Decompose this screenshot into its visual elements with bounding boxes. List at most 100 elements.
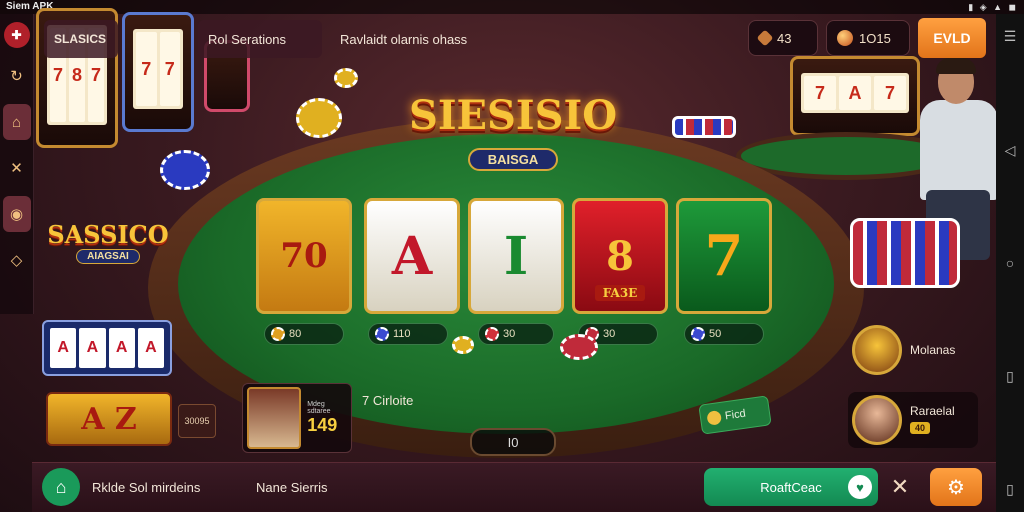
coin-icon xyxy=(837,30,853,46)
left-rail: ✚ ↻ ⌂ ✕ ◉ ◇ xyxy=(0,14,34,314)
small-plaque: 30095 xyxy=(178,404,216,438)
reel-symbol: 7 xyxy=(804,76,836,110)
center-slot[interactable]: I0 xyxy=(470,428,556,456)
header-subtitle: Ravlaidt olarnis ohass xyxy=(340,31,468,47)
bottom-label-1: Rklde Sol mirdeins xyxy=(92,480,201,495)
chip-icon xyxy=(560,334,598,360)
coins-value: 43 xyxy=(777,30,792,46)
close-button[interactable]: ✕ xyxy=(888,474,912,500)
tools-icon[interactable]: ✕ xyxy=(3,150,31,186)
opponent-name: Molanas xyxy=(910,343,956,357)
avatar xyxy=(852,395,902,445)
reel-symbol: 7 xyxy=(136,32,157,106)
reel-symbol: I xyxy=(503,225,529,287)
reel-symbol: 7 xyxy=(874,76,906,110)
reel-symbol: A xyxy=(79,328,106,368)
bet-value: 80 xyxy=(289,328,302,340)
side-game-logo-title: SASSICO xyxy=(47,220,169,249)
reel-symbol: A xyxy=(391,225,433,287)
recents-icon-2[interactable]: ▯ xyxy=(1006,481,1014,498)
bet-value: 30 xyxy=(603,328,616,340)
game-logo: SIESISIO BAISGA xyxy=(409,86,617,182)
round-label: 7 Cirloite xyxy=(362,393,414,408)
chip-icon xyxy=(452,336,474,354)
dealer-body xyxy=(920,100,998,200)
next-tab-label: Ficd xyxy=(724,407,747,423)
settings-button[interactable]: ⚙ xyxy=(930,468,982,506)
tab-sessions[interactable]: Rol Serations xyxy=(198,20,322,58)
bet-pill[interactable]: 50 xyxy=(684,323,764,345)
chip-icon xyxy=(334,68,358,88)
dealer-hair xyxy=(936,58,976,74)
reel-symbol: A xyxy=(50,328,77,368)
diamond-icon xyxy=(756,29,774,47)
reel-4[interactable]: 8 FA3E xyxy=(572,198,668,314)
player-caption: Mdeg sdtaree xyxy=(307,400,331,415)
coin-icon xyxy=(706,410,723,426)
buy-button[interactable]: EVLD xyxy=(918,18,986,58)
game-logo-title: SIESISIO xyxy=(408,92,618,139)
chat-icon[interactable]: ◇ xyxy=(3,242,31,278)
reel-symbol: 7 xyxy=(704,223,744,289)
opponent-card[interactable]: Molanas xyxy=(852,322,982,378)
level-badge: 40 xyxy=(910,422,931,434)
reel-symbol: 7 xyxy=(159,32,180,106)
reel-symbol: 70 xyxy=(280,236,328,276)
coins-counter[interactable]: 43 xyxy=(748,20,818,56)
chip-icon xyxy=(850,218,960,288)
game-logo-badge: BAISGA xyxy=(467,148,559,171)
recents-icon[interactable]: ▯ xyxy=(1006,368,1014,385)
side-game-logo[interactable]: SASSICO AIAGSAI xyxy=(47,220,169,290)
bet-pill[interactable]: 30 xyxy=(478,323,554,345)
bet-value: 50 xyxy=(709,328,722,340)
cookie-icon[interactable]: ◉ xyxy=(2,196,31,232)
home-nav-icon[interactable]: ○ xyxy=(1006,255,1014,271)
action-button-label: RoaftCeac xyxy=(760,479,822,495)
menu-icon[interactable]: ☰ xyxy=(1004,28,1017,45)
mini-slot-machine-2[interactable]: A Z xyxy=(46,392,172,446)
bet-pill[interactable]: 80 xyxy=(264,323,344,345)
reel-3[interactable]: I xyxy=(468,198,564,314)
chip-icon xyxy=(271,327,285,341)
action-button[interactable]: RoaftCeac ♥ xyxy=(704,468,878,506)
bet-value: 110 xyxy=(393,328,411,340)
side-game-logo-badge: AIAGSAI xyxy=(76,249,140,264)
gems-counter[interactable]: 1O15 xyxy=(826,20,910,56)
reel-symbol: 8 xyxy=(606,232,634,280)
opponent-card[interactable]: Raraelal 40 xyxy=(848,392,978,448)
chip-icon xyxy=(296,98,342,138)
player-score: 149 xyxy=(307,414,338,435)
reel-5[interactable]: 7 xyxy=(676,198,772,314)
logo-icon[interactable]: ✚ xyxy=(3,22,30,48)
history-icon[interactable]: ↻ xyxy=(3,58,31,94)
reel-symbol: A xyxy=(839,76,871,110)
home-icon: ⌂ xyxy=(55,476,67,497)
system-nav-bar: ☰ ◁ ○ ▯ ▯ xyxy=(996,14,1024,512)
tab-slots[interactable]: SLASICS xyxy=(44,20,118,58)
opponent-name: Raraelal xyxy=(910,404,955,418)
chip-icon xyxy=(485,327,499,341)
background-slot-machine: 77 xyxy=(122,12,194,132)
reel-symbol: A xyxy=(108,328,135,368)
gems-value: 1O15 xyxy=(859,30,891,46)
avatar xyxy=(852,325,902,375)
bet-pill[interactable]: 110 xyxy=(368,323,448,345)
bet-value: 30 xyxy=(503,328,516,340)
avatar xyxy=(247,387,302,449)
bottom-label-2: Nane Sierris xyxy=(256,480,328,495)
chip-icon xyxy=(691,327,705,341)
chip-icon xyxy=(672,116,736,138)
reel-label: FA3E xyxy=(594,285,646,301)
back-icon[interactable]: ◁ xyxy=(1005,142,1016,159)
player-card[interactable]: Mdeg sdtaree 149 xyxy=(242,383,352,453)
system-icons: ▮ ◈ ▲ ◼ xyxy=(968,2,1018,12)
reel-symbol: A xyxy=(137,328,164,368)
heart-icon: ♥ xyxy=(848,475,872,499)
reel-2[interactable]: A xyxy=(364,198,460,314)
home-button[interactable]: ⌂ xyxy=(42,468,80,506)
reel-1[interactable]: 70 xyxy=(256,198,352,314)
mini-slot-machine[interactable]: A A A A xyxy=(42,320,172,376)
home-icon[interactable]: ⌂ xyxy=(2,104,31,140)
chip-icon xyxy=(375,327,389,341)
chip-icon xyxy=(160,150,210,190)
